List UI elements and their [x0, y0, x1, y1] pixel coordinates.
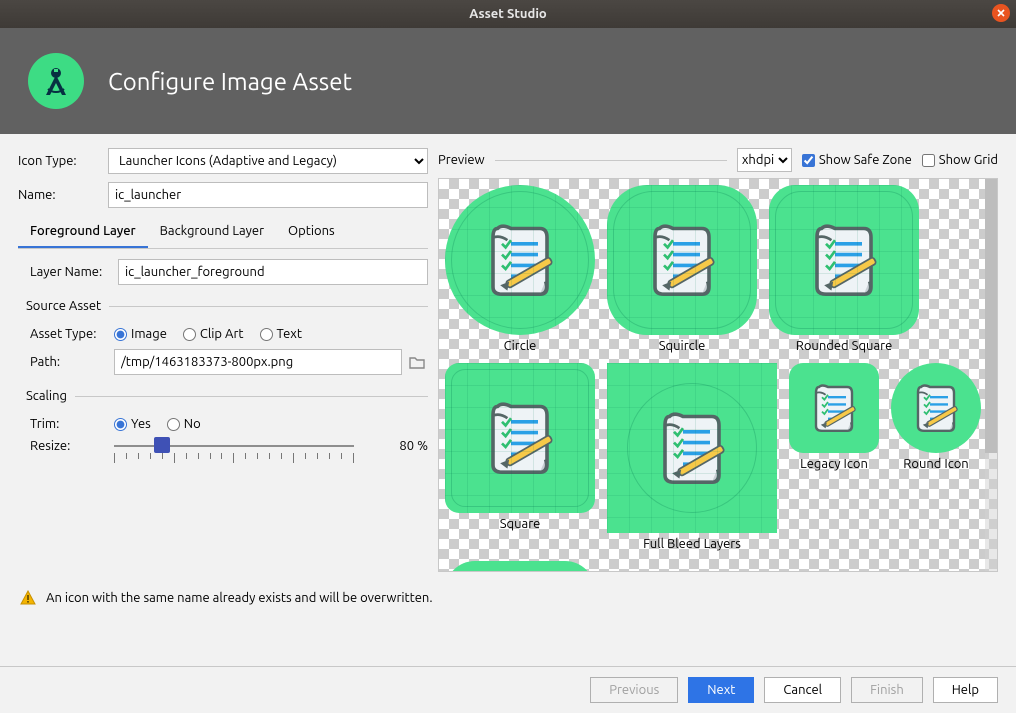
android-studio-icon — [38, 63, 74, 99]
asset-type-clipart[interactable]: Clip Art — [183, 327, 244, 341]
path-input[interactable] — [114, 349, 402, 375]
layer-tabs: Foreground Layer Background Layer Option… — [18, 216, 428, 249]
tab-options[interactable]: Options — [276, 216, 347, 248]
warning-text: An icon with the same name already exist… — [46, 591, 433, 605]
right-panel: Preview xhdpi Show Safe Zone Show Grid C… — [438, 148, 998, 572]
icon-type-label: Icon Type: — [18, 154, 108, 168]
preview-label: Preview — [438, 153, 485, 167]
browse-path-button[interactable] — [406, 351, 428, 373]
asset-type-radios: Image Clip Art Text — [114, 327, 302, 341]
left-panel: Icon Type: Launcher Icons (Adaptive and … — [18, 148, 428, 572]
icon-type-select[interactable]: Launcher Icons (Adaptive and Legacy) — [108, 148, 428, 174]
name-input[interactable] — [108, 182, 428, 208]
asset-type-image[interactable]: Image — [114, 327, 167, 341]
preview-round-icon: Round Icon — [891, 363, 981, 551]
page-title: Configure Image Asset — [108, 68, 352, 95]
preview-legacy-icon: Legacy Icon — [789, 363, 879, 551]
note-pencil-icon — [906, 378, 966, 438]
preview-full-bleed: Full Bleed Layers — [607, 363, 777, 551]
layer-name-input[interactable] — [118, 259, 428, 285]
name-label: Name: — [18, 188, 108, 202]
preview-scrollbar[interactable] — [985, 179, 997, 571]
layer-name-label: Layer Name: — [18, 265, 118, 279]
source-asset-title: Source Asset — [26, 299, 101, 313]
folder-icon — [409, 355, 425, 369]
next-button[interactable]: Next — [688, 677, 754, 703]
show-safe-zone-checkbox[interactable]: Show Safe Zone — [802, 153, 912, 167]
asset-type-text[interactable]: Text — [260, 327, 302, 341]
warning-row: An icon with the same name already exist… — [0, 572, 1016, 616]
close-icon — [996, 8, 1006, 18]
trim-yes[interactable]: Yes — [114, 417, 151, 431]
density-select[interactable]: xhdpi — [737, 148, 792, 172]
footer-buttons: Previous Next Cancel Finish Help — [0, 666, 1016, 713]
trim-no[interactable]: No — [167, 417, 201, 431]
finish-button: Finish — [851, 677, 923, 703]
resize-label: Resize: — [18, 439, 114, 453]
preview-squircle: Squircle — [607, 185, 757, 353]
preview-panel[interactable]: Circle Squircle Rounded Square Square Fu… — [438, 178, 998, 572]
resize-slider[interactable] — [114, 439, 354, 469]
scaling-title: Scaling — [26, 389, 67, 403]
show-grid-checkbox[interactable]: Show Grid — [922, 153, 998, 167]
cancel-button[interactable]: Cancel — [764, 677, 841, 703]
warning-icon — [20, 590, 36, 606]
preview-rounded-square: Rounded Square — [769, 185, 919, 353]
preview-square: Square — [445, 363, 595, 551]
previous-button: Previous — [590, 677, 678, 703]
preview-circle: Circle — [445, 185, 595, 353]
header-band: Configure Image Asset — [0, 28, 1016, 134]
preview-rule — [495, 160, 727, 161]
trim-radios: Yes No — [114, 417, 201, 431]
path-label: Path: — [18, 355, 114, 369]
titlebar: Asset Studio — [0, 0, 1016, 28]
asset-studio-logo — [28, 53, 84, 109]
tab-background-layer[interactable]: Background Layer — [148, 216, 276, 248]
resize-value: 80 % — [399, 439, 428, 453]
trim-label: Trim: — [18, 417, 114, 431]
preview-extra — [445, 561, 595, 572]
close-button[interactable] — [992, 4, 1010, 22]
asset-type-label: Asset Type: — [18, 327, 114, 341]
help-button[interactable]: Help — [933, 677, 998, 703]
tab-foreground-layer[interactable]: Foreground Layer — [18, 216, 148, 248]
window-title: Asset Studio — [469, 7, 547, 21]
note-pencil-icon — [804, 378, 864, 438]
